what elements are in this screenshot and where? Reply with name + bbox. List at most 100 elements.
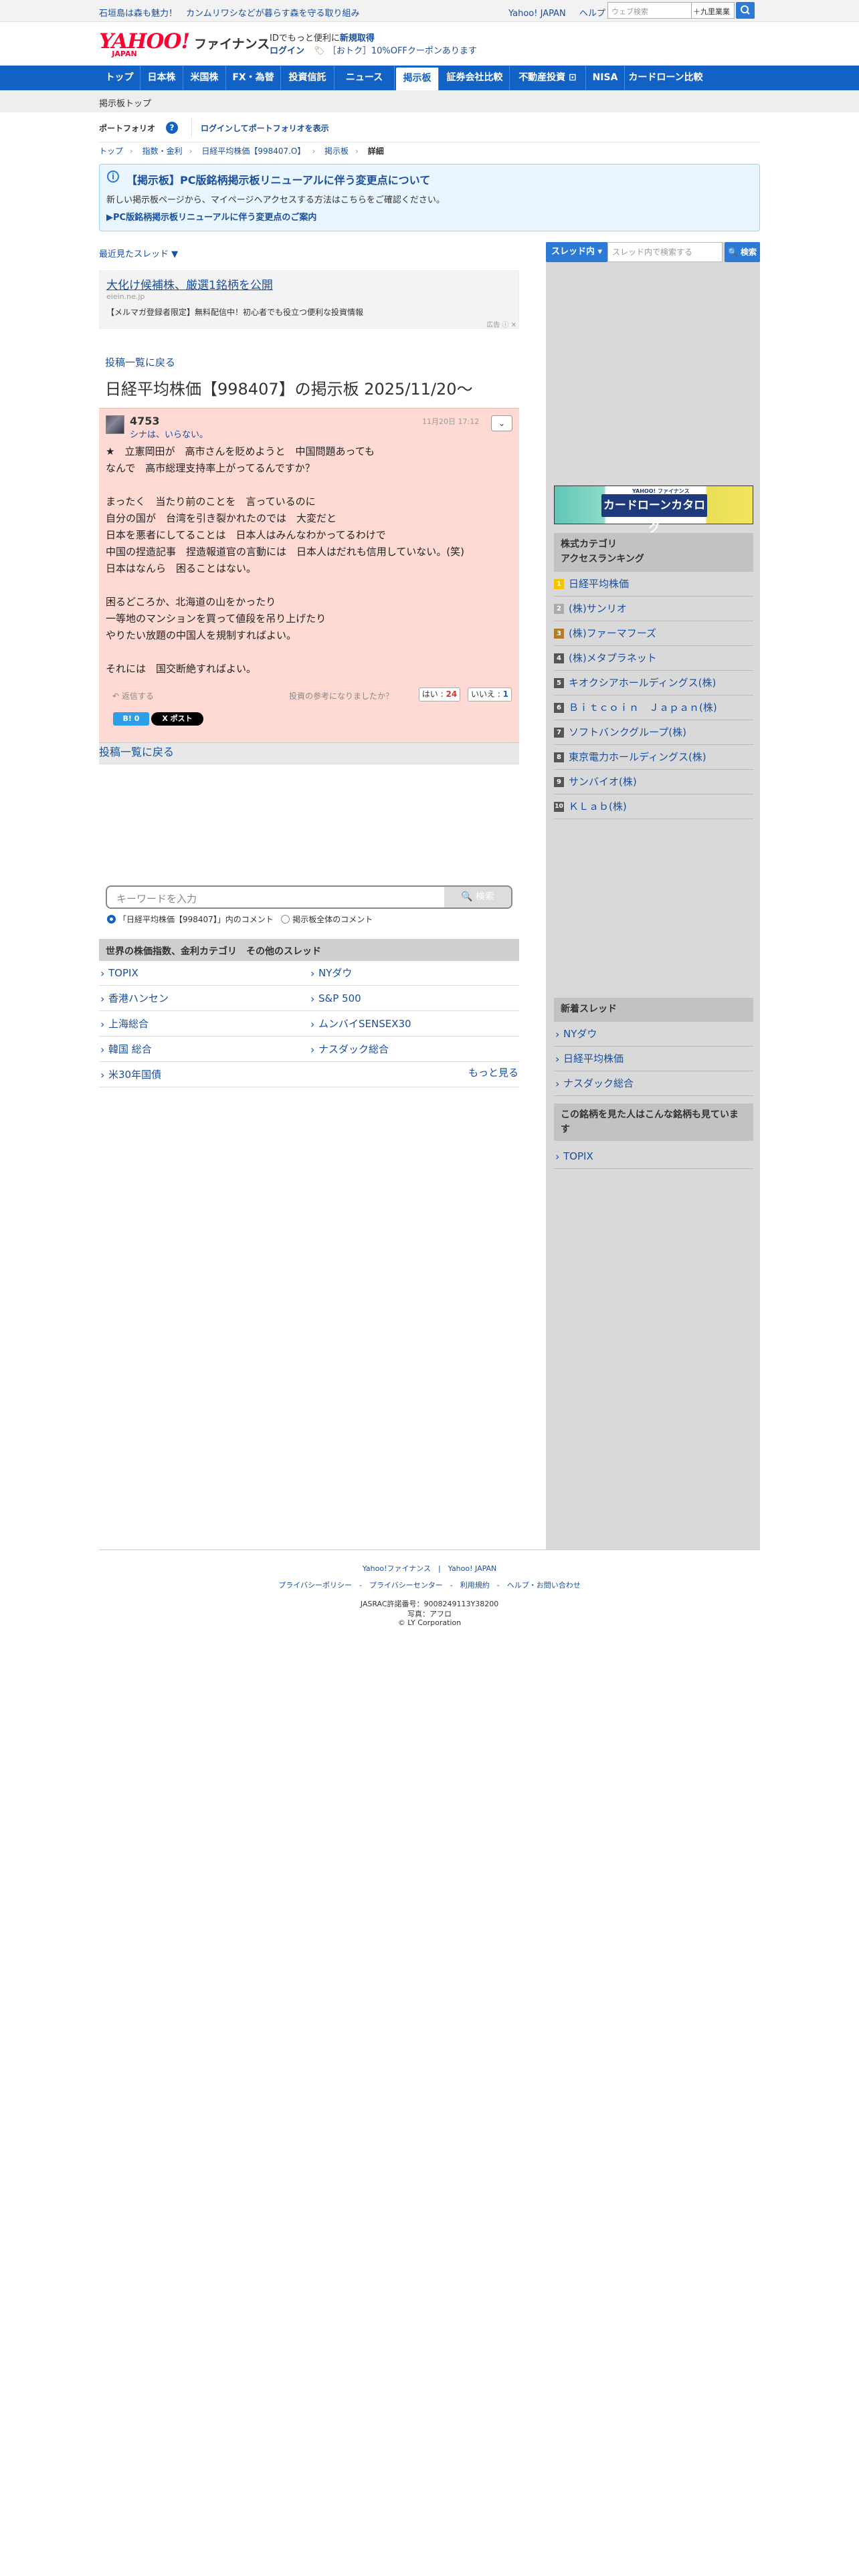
ad-desc: 【メルマガ登録者限定】無料配信中！初心者でも役立つ便利な投資情報: [106, 308, 364, 317]
thread-link[interactable]: S&P 500: [309, 986, 519, 1011]
nav-nisa[interactable]: NISA: [586, 66, 625, 90]
web-search-button[interactable]: [736, 2, 755, 19]
ranking-item[interactable]: 6 Ｂｉｔｃｏｉｎ Ｊａｐａｎ(株): [554, 695, 753, 720]
nav-us-stocks[interactable]: 米国株: [183, 66, 226, 90]
banner-title: カードローンカタログ: [601, 494, 707, 535]
vote-yes-button[interactable]: はい : 24: [419, 687, 460, 702]
portfolio-bar: ポートフォリオ ? ログインしてポートフォリオを表示: [99, 112, 760, 142]
back-to-list-link-2[interactable]: 投稿一覧に戻る: [99, 746, 174, 758]
ranking-item[interactable]: 4 (株)メタプラネット: [554, 646, 753, 671]
search-suggest-label[interactable]: ＋九里業業: [692, 2, 735, 19]
crumb-index[interactable]: 指数・金利: [142, 146, 183, 156]
keyword-input[interactable]: キーワードを入力: [116, 891, 197, 905]
ranking-item[interactable]: 9 サンバイオ(株): [554, 770, 753, 794]
ranking-header: 株式カテゴリ アクセスランキング: [554, 533, 753, 572]
nav-jp-stocks[interactable]: 日本株: [140, 66, 183, 90]
nav-top[interactable]: トップ: [99, 66, 140, 90]
thread-link[interactable]: ナスダック総合: [309, 1037, 519, 1062]
ranking-item[interactable]: 10 ＫＬａｂ(株): [554, 794, 753, 819]
ranking-item[interactable]: 5 キオクシアホールディングス(株): [554, 671, 753, 695]
yahoo-finance-logo[interactable]: YAHOO! JAPAN ファイナンス: [99, 29, 270, 58]
nav-fx[interactable]: FX・為替: [226, 66, 281, 90]
post-menu-button[interactable]: ⌄: [491, 415, 512, 431]
thread-search-button[interactable]: 🔍 検索: [725, 242, 760, 262]
keyword-search-button[interactable]: 🔍 検索: [444, 887, 511, 907]
new-thread-link[interactable]: ナスダック総合: [554, 1071, 753, 1096]
keyword-search[interactable]: キーワードを入力 🔍 検索: [106, 885, 512, 909]
ranking-item[interactable]: 2 (株)サンリオ: [554, 597, 753, 621]
radio-in-board[interactable]: [107, 915, 116, 924]
page-title: 日経平均株価【998407】の掲示板 2025/11/20〜: [105, 380, 473, 399]
thread-link[interactable]: 香港ハンセン: [99, 986, 309, 1011]
crumb-board[interactable]: 掲示板: [324, 146, 349, 156]
promo-link[interactable]: 石垣島は森も魅力！ カンムリワシなどが暮らす森を守る取り組み: [99, 6, 359, 19]
thread-link[interactable]: 韓国 総合: [99, 1037, 309, 1062]
web-search-input[interactable]: ウェブ検索: [607, 2, 692, 19]
sidebar: スレッド内 ▾ スレッド内で検索する 🔍 検索: [546, 242, 760, 1549]
vote-no-button[interactable]: いいえ : 1: [468, 687, 512, 702]
ranking-item[interactable]: 1 日経平均株価: [554, 572, 753, 597]
ad-label[interactable]: 広告 ⓘ ✕: [486, 319, 516, 329]
cardloan-banner[interactable]: YAHOO! ファイナンス カードローンカタログ: [554, 486, 753, 535]
more-link[interactable]: もっと見る: [468, 1065, 518, 1079]
thread-link[interactable]: NYダウ: [309, 961, 519, 986]
thread-link[interactable]: 上海総合: [99, 1012, 309, 1037]
post-card: 4753 シナは、いらない。 11月20日 17:12 ⌄ ★ 立憲岡田が 高市…: [99, 408, 519, 742]
thread-search-input[interactable]: スレッド内で検索する: [607, 242, 723, 262]
help-link[interactable]: ヘルプ: [579, 9, 605, 19]
hatena-bookmark-button[interactable]: B! 0: [113, 712, 149, 726]
also-viewed-link[interactable]: TOPIX: [554, 1144, 753, 1169]
nav-funds[interactable]: 投資信託: [281, 66, 335, 90]
ranking-item[interactable]: 3 (株)ファーマフーズ: [554, 621, 753, 646]
post-date: 11月20日 17:12: [422, 417, 480, 426]
logo-finance: ファイナンス: [194, 37, 270, 51]
ranking-item[interactable]: 7 ソフトバンクグループ(株): [554, 720, 753, 745]
help-icon[interactable]: ?: [166, 122, 178, 134]
notice-link[interactable]: ▶PC版銘柄掲示板リニューアルに伴う変更点のご案内: [106, 210, 316, 223]
nav-cardloan[interactable]: カードローン比較: [625, 66, 706, 90]
coupon-icon: 🏷: [314, 46, 325, 56]
x-post-button[interactable]: X ポスト: [151, 712, 203, 726]
signup-link[interactable]: 新規取得: [340, 33, 375, 43]
radio-all-boards[interactable]: [281, 915, 290, 924]
crumb-top[interactable]: トップ: [99, 146, 123, 156]
thread-link[interactable]: TOPIX: [99, 961, 309, 986]
photo-credit: 写真：アフロ: [407, 1610, 452, 1618]
new-thread-link[interactable]: NYダウ: [554, 1022, 753, 1047]
ad-block[interactable]: 大化け候補株、厳選1銘柄を公開 eiein.ne.jp 【メルマガ登録者限定】無…: [99, 270, 519, 329]
chevron-right-icon: ›: [312, 146, 316, 156]
board-top-link[interactable]: 掲示板トップ: [99, 96, 151, 109]
nav-brokers[interactable]: 証券会社比較: [440, 66, 510, 90]
nav-board[interactable]: 掲示板: [396, 68, 439, 90]
crumb-current: 詳細: [367, 146, 384, 156]
author-link[interactable]: シナは、いらない。: [130, 427, 208, 440]
reply-icon: ↶: [112, 691, 122, 701]
crumb-nikkei[interactable]: 日経平均株価【998407.O】: [201, 146, 305, 156]
also-viewed-header: この銘柄を見た人はこんな銘柄も見ています: [554, 1103, 753, 1141]
divider: [191, 118, 192, 136]
thread-link[interactable]: 米30年国債: [99, 1063, 519, 1087]
coupon-link[interactable]: ［おトク］10%OFFクーポンあります: [328, 46, 477, 56]
yahoo-japan-link[interactable]: Yahoo! JAPAN: [508, 9, 566, 19]
footer-links-2[interactable]: プライバシーポリシー - プライバシーセンター - 利用規約 - ヘルプ・お問い…: [99, 1580, 760, 1590]
avatar: [106, 415, 124, 434]
login-link[interactable]: ログイン: [270, 46, 304, 56]
nav-real-estate[interactable]: 不動産投資 ⊡: [510, 66, 586, 90]
back-to-list-link[interactable]: 投稿一覧に戻る: [105, 355, 175, 369]
portfolio-login-link[interactable]: ログインしてポートフォリオを表示: [201, 122, 329, 134]
search-scope: 「日経平均株価【998407】」内のコメント 掲示板全体のコメント: [107, 914, 373, 925]
ranking-item[interactable]: 8 東京電力ホールディングス(株): [554, 745, 753, 770]
nav-news[interactable]: ニュース: [335, 66, 395, 90]
reply-button[interactable]: ↶ 返信する: [112, 690, 154, 702]
footer-links-1[interactable]: Yahoo!ファイナンス | Yahoo! JAPAN: [99, 1563, 760, 1574]
thread-scope-select[interactable]: スレッド内 ▾: [546, 242, 607, 262]
new-thread-link[interactable]: 日経平均株価: [554, 1047, 753, 1071]
new-threads-header: 新着スレッド: [554, 998, 753, 1022]
ad-title[interactable]: 大化け候補株、厳選1銘柄を公開: [106, 276, 273, 292]
helpful-question: 投資の参考になりましたか？: [289, 691, 394, 701]
notice-title-link[interactable]: 【掲示板】PC版銘柄掲示板リニューアルに伴う変更点について: [126, 171, 430, 187]
logo-japan: JAPAN: [112, 49, 137, 58]
thread-link[interactable]: ムンバイSENSEX30: [309, 1012, 519, 1037]
id-promo: IDでもっと便利に新規取得: [270, 33, 375, 43]
recent-threads-dropdown[interactable]: 最近見たスレッド ▼: [99, 247, 178, 259]
